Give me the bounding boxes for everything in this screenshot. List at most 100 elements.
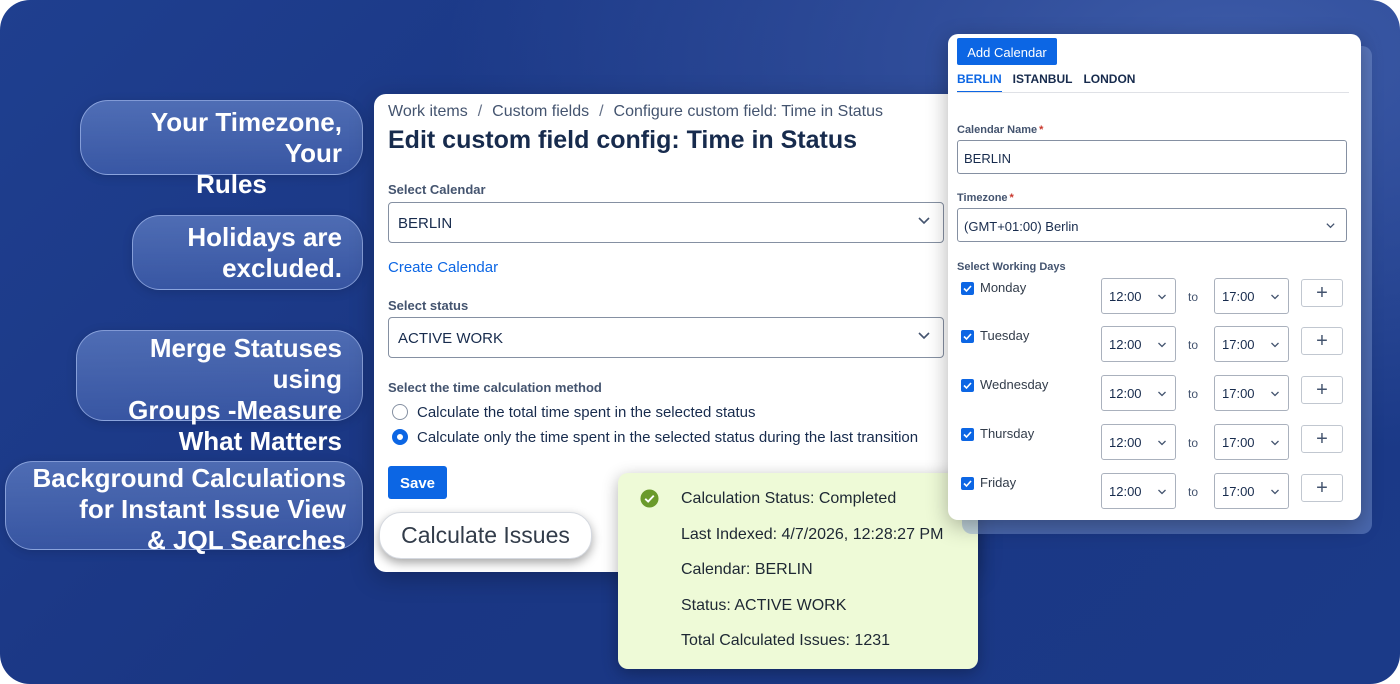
chevron-down-icon — [1158, 440, 1166, 446]
save-button[interactable]: Save — [388, 466, 447, 499]
feature-line: excluded. — [222, 253, 342, 283]
timezone-select[interactable]: (GMT+01:00) Berlin — [957, 208, 1347, 242]
day-row-monday: Monday 12:00 to 17:00 + — [961, 278, 1351, 314]
label-text: Timezone — [957, 192, 1008, 204]
add-calendar-button[interactable]: Add Calendar — [957, 38, 1057, 65]
timezone-value: (GMT+01:00) Berlin — [964, 219, 1079, 234]
breadcrumb: Work items / Custom fields / Configure custo… — [388, 103, 883, 121]
status-line: Calculation Status: Completed — [681, 490, 897, 507]
to-label: to — [1188, 338, 1199, 352]
start-time-value: 12:00 — [1109, 484, 1142, 499]
radio-unchecked-icon[interactable] — [392, 404, 408, 420]
promo-background: Your Timezone, Your Rules Holidays are e… — [0, 0, 1400, 684]
breadcrumb-separator: / — [599, 103, 604, 120]
chevron-down-icon — [1158, 391, 1166, 397]
chevron-down-icon — [1158, 294, 1166, 300]
day-name: Tuesday — [980, 328, 1030, 343]
chevron-down-icon — [1271, 489, 1279, 495]
tab-istanbul[interactable]: ISTANBUL — [1013, 72, 1073, 91]
end-time-select[interactable]: 17:00 — [1214, 326, 1289, 362]
calendar-select-value: BERLIN — [398, 215, 453, 232]
breadcrumb-work-items[interactable]: Work items — [388, 103, 468, 120]
add-interval-button[interactable]: + — [1301, 474, 1343, 502]
feature-line: for Instant Issue View — [79, 494, 346, 524]
end-time-value: 17:00 — [1222, 435, 1255, 450]
start-time-select[interactable]: 12:00 — [1101, 326, 1176, 362]
add-interval-button[interactable]: + — [1301, 279, 1343, 307]
feature-line: Merge Statuses using — [149, 333, 342, 394]
to-label: to — [1188, 387, 1199, 401]
start-time-value: 12:00 — [1109, 337, 1142, 352]
end-time-select[interactable]: 17:00 — [1214, 375, 1289, 411]
end-time-select[interactable]: 17:00 — [1214, 473, 1289, 509]
feature-line: Groups -Measure — [128, 395, 342, 425]
page-title: Edit custom field config: Time in Status — [388, 126, 858, 154]
chevron-down-icon — [918, 332, 930, 340]
chevron-down-icon — [1158, 342, 1166, 348]
calendar-tabs: BERLIN ISTANBUL LONDON — [957, 72, 1146, 93]
feature-pill-holidays: Holidays are excluded. — [132, 215, 363, 290]
add-interval-button[interactable]: + — [1301, 425, 1343, 453]
select-calendar-label: Select Calendar — [388, 182, 486, 197]
tab-berlin[interactable]: BERLIN — [957, 72, 1002, 93]
feature-line: Your Timezone, Your — [150, 107, 342, 168]
add-interval-button[interactable]: + — [1301, 327, 1343, 355]
chevron-down-icon — [1271, 294, 1279, 300]
feature-line: Background Calculations — [32, 463, 347, 493]
radio-checked-icon[interactable] — [392, 429, 408, 445]
day-row-friday: Friday 12:00 to 17:00 + — [961, 473, 1351, 509]
to-label: to — [1188, 436, 1199, 450]
start-time-value: 12:00 — [1109, 435, 1142, 450]
status-line: Total Calculated Issues: 1231 — [681, 632, 891, 649]
calendar-name-input[interactable]: BERLIN — [957, 140, 1347, 174]
checkbox-checked-icon[interactable] — [961, 428, 974, 441]
start-time-select[interactable]: 12:00 — [1101, 424, 1176, 460]
start-time-select[interactable]: 12:00 — [1101, 375, 1176, 411]
breadcrumb-separator: / — [477, 103, 483, 120]
status-line: Last Indexed: 4/7/2026, 12:28:27 PM — [681, 526, 944, 543]
checkbox-checked-icon[interactable] — [961, 477, 974, 490]
tab-london[interactable]: LONDON — [1083, 72, 1135, 91]
end-time-select[interactable]: 17:00 — [1214, 278, 1289, 314]
radio-last-transition[interactable]: Calculate only the time spent in the sel… — [392, 429, 918, 446]
start-time-value: 12:00 — [1109, 289, 1142, 304]
feature-pill-timezone: Your Timezone, Your Rules — [80, 100, 363, 199]
breadcrumb-configure-field[interactable]: Configure custom field: Time in Status — [614, 103, 883, 120]
checkbox-checked-icon[interactable] — [961, 282, 974, 295]
end-time-select[interactable]: 17:00 — [1214, 424, 1289, 460]
chevron-down-icon — [918, 217, 930, 225]
radio-label: Calculate the total time spent in the se… — [417, 404, 756, 421]
status-select[interactable]: ACTIVE WORK — [388, 317, 944, 358]
feature-pill-merge-statuses: Merge Statuses using Groups -Measure Wha… — [76, 330, 363, 456]
chevron-down-icon — [1326, 223, 1335, 229]
working-days-label: Select Working Days — [957, 261, 1066, 273]
feature-line: Rules — [196, 169, 267, 199]
end-time-value: 17:00 — [1222, 386, 1255, 401]
day-name: Friday — [980, 475, 1017, 490]
feature-line: Holidays are — [187, 222, 342, 252]
calculation-status-popup: Calculation Status: Completed Last Index… — [618, 473, 978, 669]
day-name: Monday — [980, 280, 1027, 295]
checkbox-checked-icon[interactable] — [961, 330, 974, 343]
create-calendar-link[interactable]: Create Calendar — [388, 259, 498, 276]
calendar-select[interactable]: BERLIN — [388, 202, 944, 243]
select-status-label: Select status — [388, 298, 469, 313]
end-time-value: 17:00 — [1222, 337, 1255, 352]
to-label: to — [1188, 485, 1199, 499]
start-time-select[interactable]: 12:00 — [1101, 473, 1176, 509]
feature-line: & JQL Searches — [147, 525, 346, 555]
timezone-label: Timezone * — [957, 192, 1014, 204]
radio-total-time[interactable]: Calculate the total time spent in the se… — [392, 404, 756, 421]
feature-line: What Matters — [178, 426, 342, 456]
required-mark: * — [1009, 192, 1014, 204]
day-row-wednesday: Wednesday 12:00 to 17:00 + — [961, 375, 1351, 411]
calendar-card: Add Calendar BERLIN ISTANBUL LONDON Calend… — [948, 34, 1361, 520]
checkbox-checked-icon[interactable] — [961, 379, 974, 392]
calculate-issues-button[interactable]: Calculate Issues — [379, 512, 592, 559]
feature-pill-background-calc: Background Calculations for Instant Issu… — [5, 461, 363, 555]
breadcrumb-custom-fields[interactable]: Custom fields — [492, 103, 589, 120]
radio-label: Calculate only the time spent in the sel… — [417, 429, 919, 446]
start-time-select[interactable]: 12:00 — [1101, 278, 1176, 314]
add-interval-button[interactable]: + — [1301, 376, 1343, 404]
tabs-divider — [957, 92, 1349, 93]
